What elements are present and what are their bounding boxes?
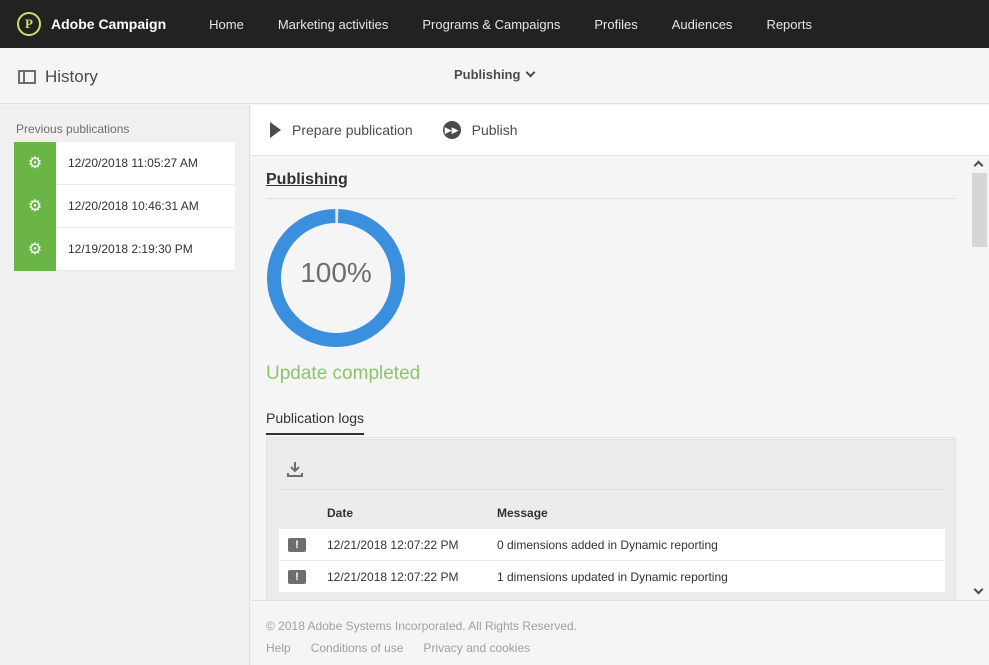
footer-links: Help Conditions of use Privacy and cooki… — [266, 641, 550, 655]
publish-button[interactable]: ▶▶ Publish — [442, 121, 518, 139]
publication-date: 12/20/2018 11:05:27 AM — [68, 156, 198, 170]
footer-link-conditions[interactable]: Conditions of use — [311, 641, 404, 655]
gears-icon: ⚙ — [14, 184, 56, 228]
publication-item[interactable]: ⚙ 12/20/2018 10:46:31 AM — [14, 184, 235, 228]
main-nav: Home Marketing activities Programs & Cam… — [209, 17, 846, 32]
log-date: 12/21/2018 12:07:22 PM — [327, 537, 459, 552]
section-title: Publishing — [266, 171, 348, 188]
divider — [266, 437, 956, 438]
warning-icon: ! — [288, 569, 306, 584]
prepare-publication-label: Prepare publication — [292, 122, 413, 138]
divider — [266, 198, 956, 199]
prepare-publication-button[interactable]: Prepare publication — [270, 122, 413, 138]
log-date: 12/21/2018 12:07:22 PM — [327, 569, 459, 584]
column-header-message[interactable]: Message — [497, 506, 548, 520]
table-row[interactable]: ! 12/21/2018 12:07:22 PM 1 dimensions up… — [279, 561, 945, 593]
scrollbar[interactable] — [972, 157, 989, 600]
brand-name: Adobe Campaign — [51, 16, 167, 32]
history-label: History — [45, 67, 98, 86]
divider — [279, 489, 945, 490]
top-navigation-bar: P Adobe Campaign Home Marketing activiti… — [0, 0, 989, 48]
page-header: History Publishing — [0, 48, 989, 104]
publication-item[interactable]: ⚙ 12/20/2018 11:05:27 AM — [14, 141, 235, 185]
publication-date: 12/19/2018 2:19:30 PM — [68, 242, 193, 256]
scroll-down-icon[interactable] — [973, 584, 984, 595]
table-row[interactable]: ! 12/21/2018 12:07:22 PM 0 dimensions ad… — [279, 529, 945, 561]
history-panel: Previous publications ⚙ 12/20/2018 11:05… — [0, 105, 250, 665]
adobe-campaign-logo-icon: P — [17, 12, 41, 36]
tab-publication-logs[interactable]: Publication logs — [266, 410, 365, 435]
footer: © 2018 Adobe Systems Incorporated. All R… — [251, 600, 989, 665]
page-title-dropdown[interactable]: Publishing — [454, 67, 536, 82]
publish-label: Publish — [471, 122, 518, 138]
play-icon — [270, 122, 281, 138]
nav-item-marketing-activities[interactable]: Marketing activities — [278, 17, 389, 32]
action-toolbar: Prepare publication ▶▶ Publish — [251, 105, 989, 156]
progress-percent: 100% — [300, 257, 372, 288]
brand[interactable]: P Adobe Campaign — [17, 12, 166, 36]
nav-item-audiences[interactable]: Audiences — [672, 17, 733, 32]
history-toggle[interactable]: History — [18, 67, 98, 87]
publication-list: ⚙ 12/20/2018 11:05:27 AM ⚙ 12/20/2018 10… — [14, 141, 235, 271]
publication-date: 12/20/2018 10:46:31 AM — [68, 199, 199, 213]
nav-item-programs-campaigns[interactable]: Programs & Campaigns — [422, 17, 560, 32]
publication-item[interactable]: ⚙ 12/19/2018 2:19:30 PM — [14, 227, 235, 271]
chevron-down-icon — [526, 67, 536, 78]
nav-item-home[interactable]: Home — [209, 17, 244, 32]
status-text: Update completed — [266, 363, 421, 384]
main-content: Publishing 100% Update completed Publica… — [251, 157, 972, 600]
nav-item-profiles[interactable]: Profiles — [594, 17, 637, 32]
panel-icon — [18, 70, 36, 84]
page-title: Publishing — [454, 67, 521, 82]
nav-item-reports[interactable]: Reports — [766, 17, 812, 32]
logs-panel: Date Message ! 12/21/2018 12:07:22 PM 0 … — [266, 439, 956, 600]
footer-link-help[interactable]: Help — [266, 641, 291, 655]
warning-icon: ! — [288, 537, 306, 552]
log-message: 0 dimensions added in Dynamic reporting — [497, 537, 718, 552]
scrollbar-thumb[interactable] — [972, 173, 987, 247]
log-message: 1 dimensions updated in Dynamic reportin… — [497, 569, 728, 584]
gears-icon: ⚙ — [14, 141, 56, 185]
download-icon[interactable] — [287, 460, 303, 478]
history-panel-title: Previous publications — [16, 122, 130, 136]
footer-link-privacy[interactable]: Privacy and cookies — [423, 641, 530, 655]
publish-icon: ▶▶ — [442, 121, 461, 139]
copyright: © 2018 Adobe Systems Incorporated. All R… — [266, 619, 578, 633]
gears-icon: ⚙ — [14, 227, 56, 271]
column-header-date[interactable]: Date — [327, 506, 353, 520]
scroll-up-icon[interactable] — [973, 160, 984, 171]
